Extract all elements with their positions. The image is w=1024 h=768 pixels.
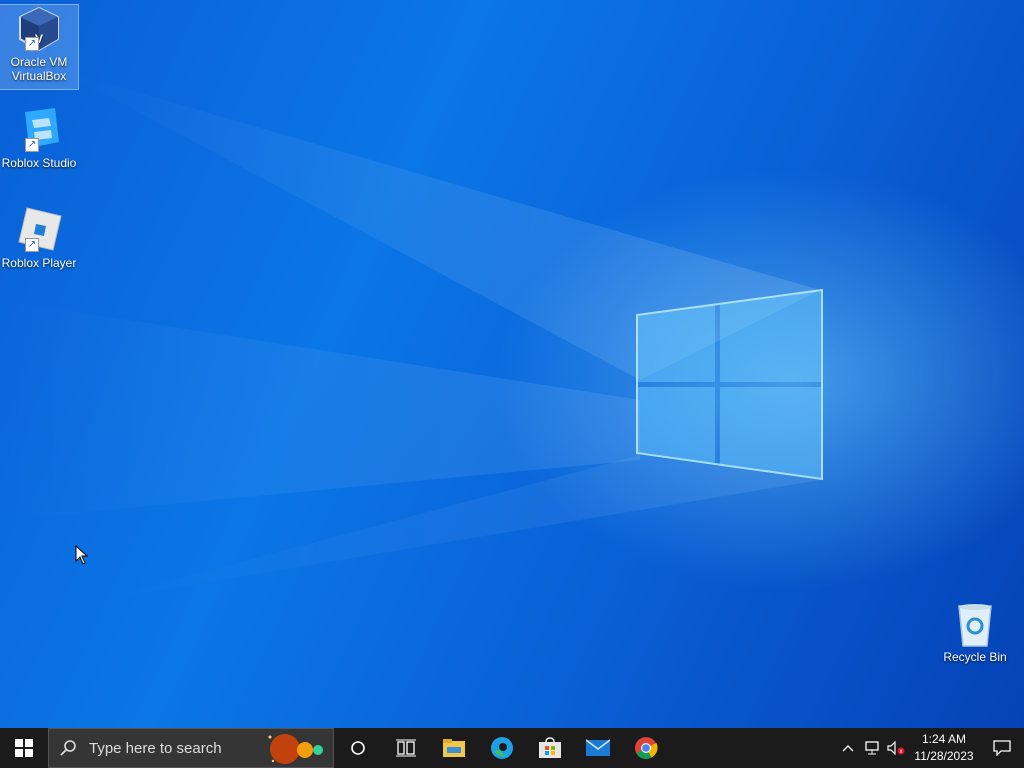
file-explorer-button[interactable] — [430, 728, 478, 768]
taskbar: Type here to search x 1:24 AM 11/28/2023 — [0, 728, 1024, 768]
roblox-player-icon: ↗ — [15, 206, 63, 254]
recycle-bin-icon — [951, 602, 999, 648]
file-explorer-icon — [443, 739, 465, 757]
search-highlight-planets-icon — [268, 734, 323, 764]
edge-icon — [491, 737, 513, 759]
desktop-icon-label: Oracle VM — [10, 55, 68, 69]
mail-button[interactable] — [574, 728, 622, 768]
action-center-button[interactable] — [980, 740, 1024, 756]
desktop[interactable]: V ↗ Oracle VM VirtualBox ↗ Roblox Studio… — [0, 0, 1024, 728]
system-tray: x 1:24 AM 11/28/2023 — [836, 728, 1024, 768]
network-button[interactable] — [860, 741, 884, 755]
svg-text:x: x — [900, 749, 903, 755]
chrome-icon — [635, 737, 658, 759]
desktop-icon-label: Recycle Bin — [943, 650, 1007, 664]
windows-start-icon — [15, 739, 33, 757]
desktop-icon-recycle-bin[interactable]: Recycle Bin — [936, 602, 1014, 664]
network-icon — [865, 741, 879, 755]
notification-icon — [993, 740, 1011, 756]
mouse-cursor-icon — [75, 545, 89, 565]
virtualbox-icon: V ↗ — [15, 5, 63, 53]
desktop-icon-label: VirtualBox — [11, 69, 67, 83]
desktop-icon-label: Roblox Studio — [1, 156, 77, 170]
desktop-icon-label: Roblox Player — [1, 256, 77, 270]
show-hidden-icons-button[interactable] — [836, 744, 860, 752]
cortana-button[interactable] — [334, 728, 382, 768]
clock-date: 11/28/2023 — [914, 749, 974, 763]
microsoft-store-button[interactable] — [526, 728, 574, 768]
clock[interactable]: 1:24 AM 11/28/2023 — [908, 731, 980, 765]
desktop-icon-virtualbox[interactable]: V ↗ Oracle VM VirtualBox — [0, 4, 79, 90]
clock-time: 1:24 AM — [921, 732, 967, 746]
search-icon — [60, 740, 76, 756]
volume-muted-icon: x — [887, 741, 905, 755]
cortana-icon — [351, 741, 365, 755]
desktop-icon-roblox-studio[interactable]: ↗ Roblox Studio — [0, 106, 78, 170]
volume-button[interactable]: x — [884, 741, 908, 755]
desktop-icon-roblox-player[interactable]: ↗ Roblox Player — [0, 206, 78, 270]
chrome-button[interactable] — [622, 728, 670, 768]
roblox-studio-icon: ↗ — [15, 106, 63, 154]
microsoft-store-icon — [539, 737, 561, 758]
edge-button[interactable] — [478, 728, 526, 768]
task-view-button[interactable] — [382, 728, 430, 768]
search-box[interactable]: Type here to search — [48, 728, 334, 768]
task-view-icon — [396, 739, 416, 757]
mail-icon — [586, 739, 610, 756]
chevron-up-icon — [842, 745, 854, 752]
start-button[interactable] — [0, 728, 48, 768]
search-placeholder: Type here to search — [89, 739, 222, 757]
